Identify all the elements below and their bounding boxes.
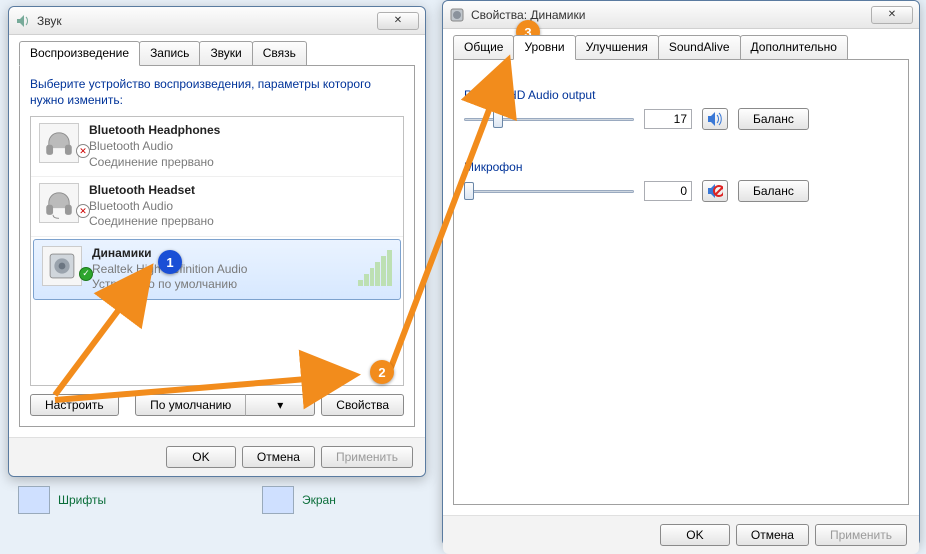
balance-button[interactable]: Баланс [738, 108, 809, 130]
slider-label: Realtek HD Audio output [464, 88, 898, 102]
close-button[interactable]: ✕ [377, 12, 419, 30]
fonts-icon [18, 486, 50, 514]
output-level-group: Realtek HD Audio output Баланс [464, 88, 898, 130]
status-badge: ✕ [76, 144, 90, 158]
device-item[interactable]: ✕ Bluetooth Headset Bluetooth Audio Соед… [31, 177, 403, 237]
level-meter [358, 246, 392, 286]
dialog-buttons: OK Отмена Применить [443, 515, 919, 554]
headphones-icon: ✕ [39, 123, 79, 163]
titlebar[interactable]: Свойства: Динамики ✕ [443, 1, 919, 29]
device-name: Динамики [92, 246, 348, 262]
tabstrip: Общие Уровни Улучшения SoundAlive Дополн… [443, 29, 919, 59]
mute-button[interactable] [702, 180, 728, 202]
device-name: Bluetooth Headset [89, 183, 395, 199]
volume-value[interactable] [644, 181, 692, 201]
sound-icon [15, 13, 31, 29]
speaker-properties-dialog: Свойства: Динамики ✕ Общие Уровни Улучше… [442, 0, 920, 546]
titlebar[interactable]: Звук ✕ [9, 7, 425, 35]
device-name: Bluetooth Headphones [89, 123, 395, 139]
status-badge: ✓ [79, 267, 93, 281]
properties-button[interactable]: Свойства [321, 394, 404, 416]
device-subtitle: Bluetooth Audio [89, 199, 395, 215]
device-list: ✕ Bluetooth Headphones Bluetooth Audio С… [30, 116, 404, 386]
device-item[interactable]: ✕ Bluetooth Headphones Bluetooth Audio С… [31, 117, 403, 177]
tab-recording[interactable]: Запись [139, 41, 200, 65]
desktop-label: Шрифты [58, 493, 106, 507]
tab-communications[interactable]: Связь [252, 41, 307, 65]
volume-value[interactable] [644, 109, 692, 129]
tab-advanced[interactable]: Дополнительно [740, 35, 848, 59]
headset-icon: ✕ [39, 183, 79, 223]
device-status: Устройство по умолчанию [92, 277, 348, 293]
set-default-dropdown[interactable]: ▾ [245, 394, 315, 416]
tab-panel: Realtek HD Audio output Баланс Микрофон [453, 59, 909, 505]
set-default-button[interactable]: По умолчанию [135, 394, 246, 416]
tab-panel: Выберите устройство воспроизведения, пар… [19, 65, 415, 427]
speakers-icon: ✓ [42, 246, 82, 286]
tab-levels[interactable]: Уровни [513, 35, 575, 60]
configure-button[interactable]: Настроить [30, 394, 119, 416]
volume-slider[interactable] [464, 182, 634, 200]
device-subtitle: Bluetooth Audio [89, 139, 395, 155]
desktop-label: Экран [302, 493, 336, 507]
tabstrip: Воспроизведение Запись Звуки Связь [9, 35, 425, 65]
ok-button[interactable]: OK [166, 446, 236, 468]
tab-soundalive[interactable]: SoundAlive [658, 35, 741, 59]
mic-level-group: Микрофон Баланс [464, 160, 898, 202]
balance-button[interactable]: Баланс [738, 180, 809, 202]
sound-dialog: Звук ✕ Воспроизведение Запись Звуки Связ… [8, 6, 426, 477]
cancel-button[interactable]: Отмена [736, 524, 809, 546]
desktop-icon-fonts[interactable]: Шрифты [18, 486, 106, 514]
status-badge: ✕ [76, 204, 90, 218]
device-item-selected[interactable]: ✓ Динамики Realtek High Definition Audio… [33, 239, 401, 300]
tab-playback[interactable]: Воспроизведение [19, 41, 140, 66]
desktop-icon-screen[interactable]: Экран [262, 486, 336, 514]
close-button[interactable]: ✕ [871, 6, 913, 24]
mute-button[interactable] [702, 108, 728, 130]
window-title: Свойства: Динамики [471, 8, 871, 22]
volume-slider[interactable] [464, 110, 634, 128]
slider-label: Микрофон [464, 160, 898, 174]
speakers-icon [449, 7, 465, 23]
device-status: Соединение прервано [89, 214, 395, 230]
apply-button[interactable]: Применить [815, 524, 907, 546]
tab-general[interactable]: Общие [453, 35, 514, 59]
cancel-button[interactable]: Отмена [242, 446, 315, 468]
device-subtitle: Realtek High Definition Audio [92, 262, 348, 278]
window-title: Звук [37, 14, 377, 28]
ok-button[interactable]: OK [660, 524, 730, 546]
apply-button[interactable]: Применить [321, 446, 413, 468]
dialog-buttons: OK Отмена Применить [9, 437, 425, 476]
tab-sounds[interactable]: Звуки [199, 41, 252, 65]
device-status: Соединение прервано [89, 155, 395, 171]
tab-enhancements[interactable]: Улучшения [575, 35, 659, 59]
screen-icon [262, 486, 294, 514]
instruction-text: Выберите устройство воспроизведения, пар… [30, 76, 404, 108]
